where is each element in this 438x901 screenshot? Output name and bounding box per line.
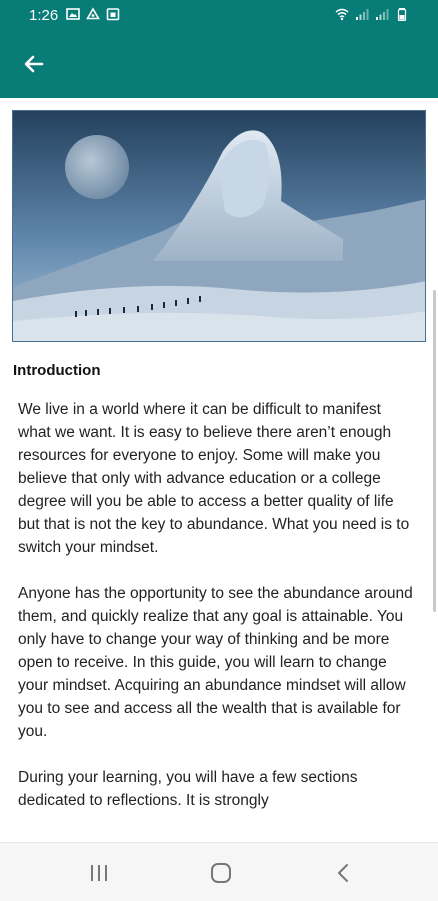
system-nav-bar: [0, 842, 438, 901]
section-title: Introduction: [13, 362, 101, 379]
back-icon[interactable]: [331, 860, 357, 886]
home-icon[interactable]: [208, 860, 234, 886]
wifi-icon: [335, 8, 349, 21]
image-icon: [66, 8, 80, 20]
paragraph: During your learning, you will have a fe…: [18, 769, 358, 809]
status-icons-left: [66, 7, 120, 21]
signal-icon: [356, 9, 369, 20]
arrow-left-icon: [24, 55, 44, 73]
calendar-icon: [106, 8, 120, 21]
paragraph: Anyone has the opportunity to see the ab…: [18, 585, 413, 740]
app-bar: [0, 30, 438, 98]
hero-image: [12, 110, 426, 342]
status-icons-right: [335, 7, 409, 21]
scrollbar[interactable]: [433, 290, 436, 612]
article-content[interactable]: Introduction We live in a world where it…: [0, 98, 438, 842]
recent-apps-icon[interactable]: [86, 860, 112, 886]
back-button[interactable]: [14, 44, 54, 84]
battery-icon: [397, 8, 407, 21]
status-time: 1:26: [29, 7, 59, 24]
paragraph: We live in a world where it can be diffi…: [18, 401, 410, 556]
signal-icon: [376, 9, 389, 20]
drive-icon: [86, 7, 100, 20]
status-bar: 1:26: [0, 0, 438, 30]
article-body: We live in a world where it can be diffi…: [18, 398, 416, 835]
